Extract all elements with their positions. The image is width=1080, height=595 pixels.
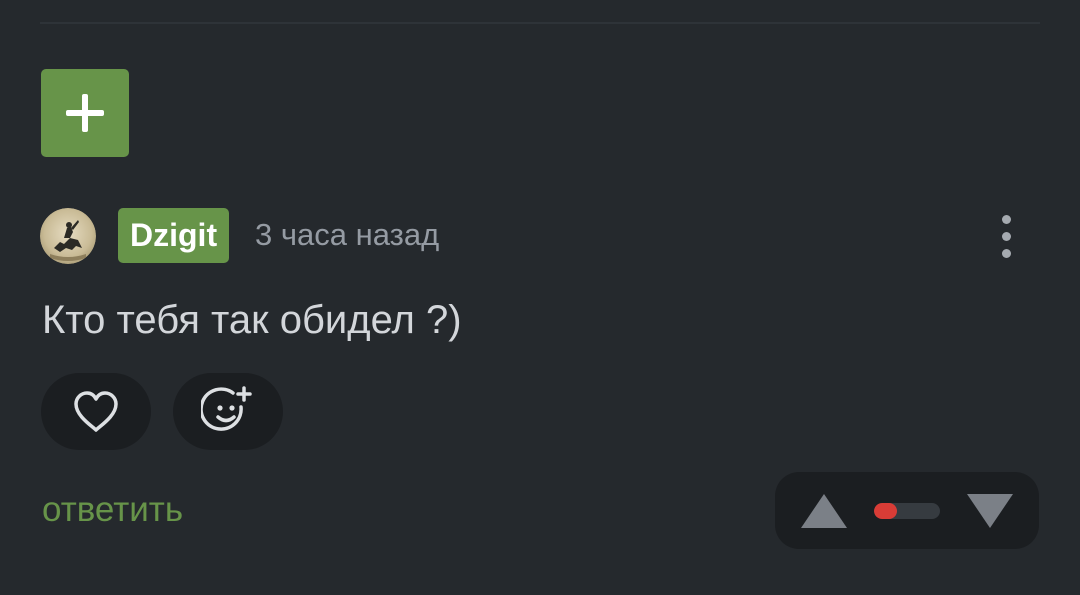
reply-link[interactable]: ответить <box>42 488 183 532</box>
expand-replies-button[interactable] <box>41 69 129 157</box>
more-vertical-icon-dot <box>1001 231 1011 241</box>
downvote-button[interactable] <box>965 492 1015 530</box>
comment-timestamp: 3 часа назад <box>255 217 440 252</box>
rating-control <box>775 472 1039 549</box>
upvote-button[interactable] <box>799 492 849 530</box>
avatar-horseman-image <box>40 208 96 264</box>
plus-icon <box>66 94 104 132</box>
more-options-button[interactable] <box>986 210 1026 262</box>
add-emoji-icon <box>201 385 252 431</box>
rating-bar-fill <box>874 503 898 519</box>
rating-bar <box>874 503 940 519</box>
author-badge[interactable]: Dzigit <box>118 208 230 263</box>
like-button[interactable] <box>41 373 151 450</box>
add-reaction-button[interactable] <box>173 373 283 450</box>
comment-body: Кто тебя так обидел ?) <box>42 298 462 342</box>
comment-thread: Dzigit 3 часа назад Кто тебя так обидел … <box>0 0 1080 595</box>
triangle-up-icon <box>801 494 847 528</box>
divider <box>40 22 1040 24</box>
more-vertical-icon <box>1001 214 1011 224</box>
heart-icon <box>74 390 118 432</box>
avatar[interactable] <box>40 208 96 264</box>
more-vertical-icon-dot <box>1001 248 1011 258</box>
triangle-down-icon <box>967 494 1013 528</box>
